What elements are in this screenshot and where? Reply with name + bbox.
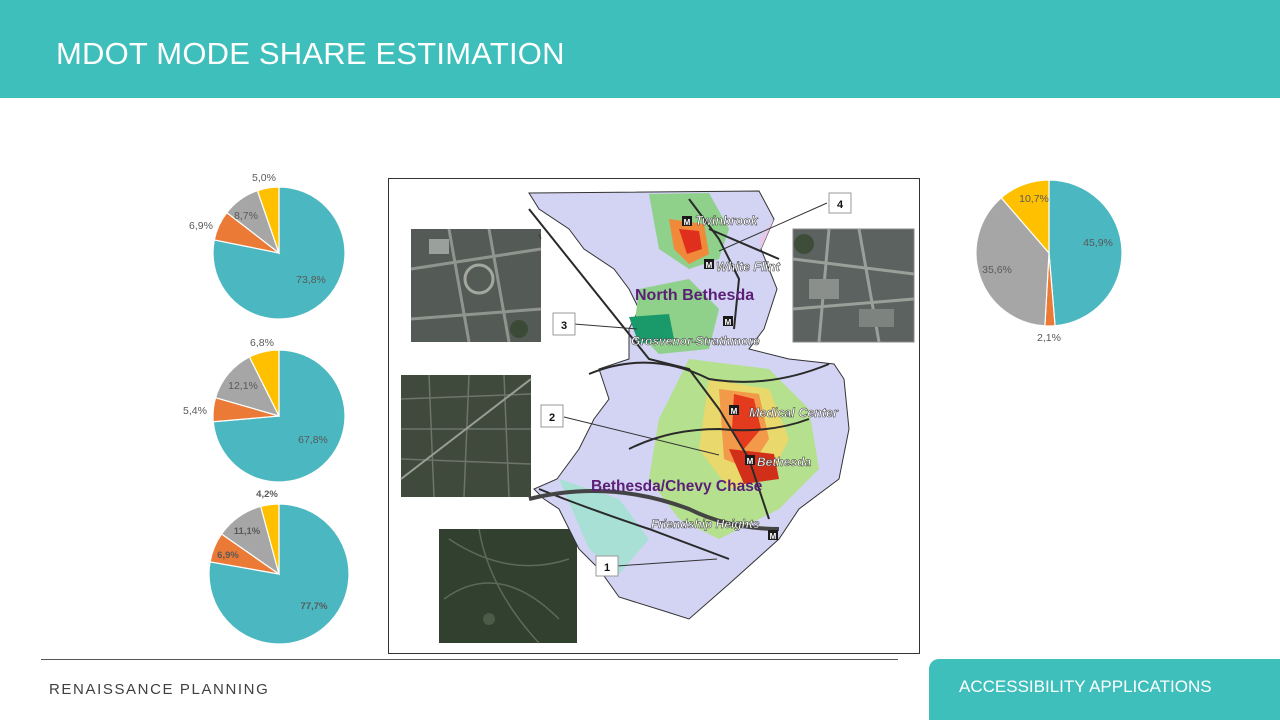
callout-2: 2 <box>540 404 564 428</box>
footer-divider <box>41 659 898 660</box>
svg-text:M: M <box>731 407 738 416</box>
pie-1-label-2: 6,9% <box>189 220 213 232</box>
pie-2-label-3: 12,1% <box>228 380 258 392</box>
pie-4-label-2: 2,1% <box>1037 332 1061 344</box>
aerial-inset-4 <box>792 228 915 343</box>
svg-text:M: M <box>747 457 754 466</box>
label-white-flint: White Flint <box>716 260 781 274</box>
pie-3-label-3: 11,1% <box>234 526 261 537</box>
aerial-inset-1 <box>439 528 577 644</box>
label-twinbrook: Twinbrook <box>695 214 759 228</box>
svg-text:3: 3 <box>561 320 567 332</box>
section-tab-label: ACCESSIBILITY APPLICATIONS <box>959 677 1212 696</box>
pie-2-label-4: 6,8% <box>250 337 274 349</box>
aerial-inset-3 <box>410 228 542 343</box>
pie-2-label-1: 67,8% <box>298 434 328 446</box>
map-canvas: 4 3 2 1 M M M M M M Twinbrook White Flin… <box>400 190 915 644</box>
label-bethesda: Bethesda <box>757 455 811 469</box>
svg-text:2: 2 <box>549 412 555 424</box>
svg-text:1: 1 <box>604 562 610 574</box>
section-tab: ACCESSIBILITY APPLICATIONS <box>929 659 1280 720</box>
svg-text:M: M <box>706 261 713 270</box>
pie-4-label-1: 45,9% <box>1083 237 1113 249</box>
pie-4-label-4: 10,7% <box>1019 193 1049 205</box>
label-medical-center: Medical Center <box>749 406 839 420</box>
pie-3-label-2: 6,9% <box>217 550 239 561</box>
svg-text:M: M <box>770 532 777 541</box>
callout-4: 4 <box>828 192 852 214</box>
callout-1: 1 <box>595 555 619 577</box>
label-grosvenor: Grosvenor-Strathmore <box>631 334 760 348</box>
label-bethesda-chevy-chase: Bethesda/Chevy Chase <box>591 478 763 495</box>
pie-1-label-1: 73,8% <box>296 274 326 286</box>
study-area-map: 4 3 2 1 M M M M M M Twinbrook White Flin… <box>388 178 920 654</box>
svg-text:M: M <box>684 218 691 227</box>
label-friendship-heights: Friendship Heights <box>651 517 760 531</box>
pie-3-label-4: 4,2% <box>256 489 278 500</box>
svg-text:4: 4 <box>837 199 844 211</box>
pie-1-label-4: 5,0% <box>252 172 276 184</box>
pie-3-label-1: 77,7% <box>301 601 328 612</box>
svg-text:M: M <box>725 318 732 327</box>
pie-4-label-3: 35,6% <box>982 264 1012 276</box>
pie-4-slice-1 <box>1048 179 1123 327</box>
aerial-inset-2 <box>400 374 532 498</box>
brand-name: RENAISSANCE PLANNING <box>49 681 270 698</box>
pie-2-label-2: 5,4% <box>183 405 207 417</box>
label-north-bethesda: North Bethesda <box>635 287 754 304</box>
callout-3: 3 <box>552 312 576 336</box>
pie-1-label-3: 8,7% <box>234 210 258 222</box>
